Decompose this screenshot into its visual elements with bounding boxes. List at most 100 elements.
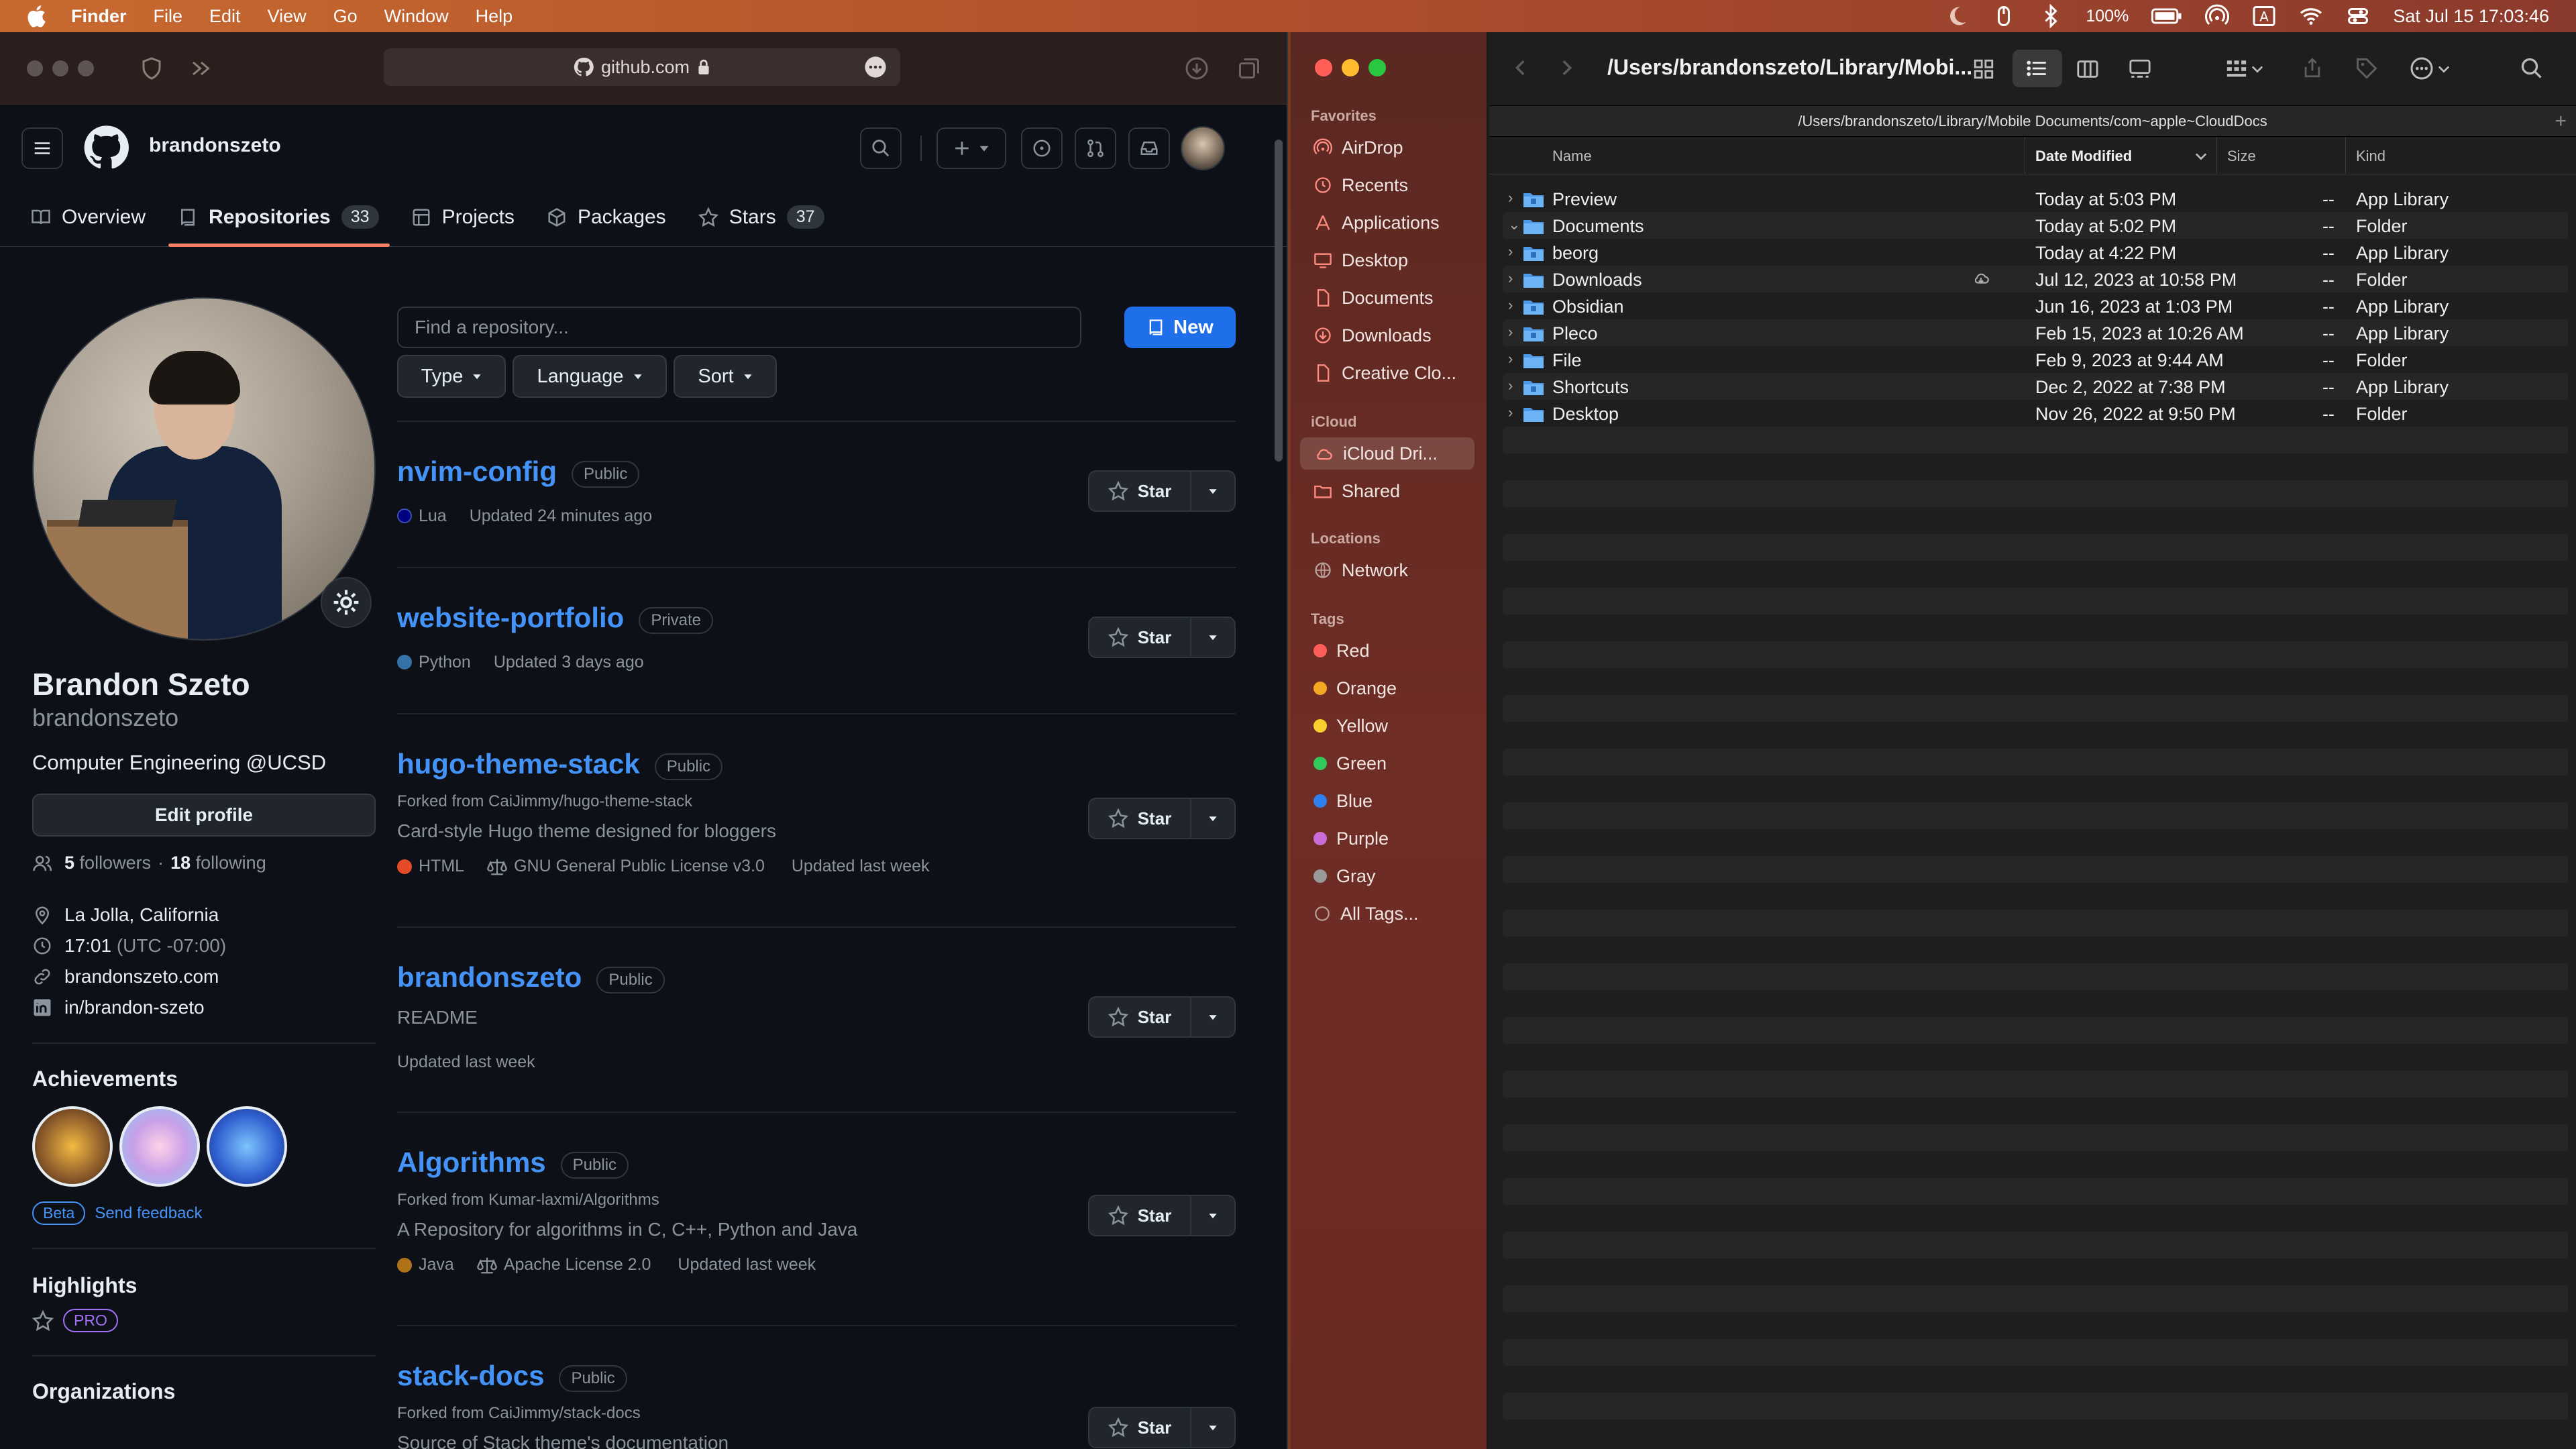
column-size[interactable]: Size (2227, 148, 2256, 165)
sidebar-tag-blue[interactable]: Blue (1300, 785, 1474, 817)
group-by-icon[interactable] (2224, 58, 2249, 80)
search-icon[interactable] (2520, 56, 2544, 80)
create-new-button[interactable] (936, 127, 1006, 169)
path-bar[interactable]: /Users/brandonszeto/Library/Mobile Docum… (1489, 106, 2576, 137)
repo-name-link[interactable]: Algorithms (397, 1146, 546, 1179)
sidebar-tag-gray[interactable]: Gray (1300, 860, 1474, 892)
issues-button[interactable] (1021, 127, 1063, 169)
repo-name-link[interactable]: brandonszeto (397, 961, 582, 994)
inbox-button[interactable] (1128, 127, 1170, 169)
new-tab-button[interactable]: + (2555, 110, 2567, 133)
file-row[interactable]: ⌄ Documents Today at 5:02 PM -- Folder (1503, 212, 2568, 239)
icloud-download-icon[interactable] (1971, 270, 1991, 287)
star-button[interactable]: Star (1089, 1196, 1191, 1235)
sidebar-tag-orange[interactable]: Orange (1300, 672, 1474, 704)
sort-filter-button[interactable]: Sort (674, 355, 777, 398)
wifi-icon[interactable] (2299, 4, 2323, 28)
control-center-icon[interactable] (2346, 4, 2370, 28)
action-menu-icon[interactable] (2410, 56, 2434, 80)
sidebar-item-recents[interactable]: Recents (1300, 169, 1474, 201)
menu-help[interactable]: Help (476, 6, 513, 27)
file-row[interactable]: › Shortcuts Dec 2, 2022 at 7:38 PM -- App Li… (1503, 373, 2568, 400)
menu-edit[interactable]: Edit (209, 6, 241, 27)
search-button[interactable] (860, 127, 902, 169)
tab-repositories[interactable]: Repositories 33 (168, 205, 390, 247)
sidebar-tag-green[interactable]: Green (1300, 747, 1474, 780)
minimize-window-button[interactable] (1342, 59, 1359, 76)
sort-descending-icon[interactable] (2195, 150, 2207, 162)
repo-name-link[interactable]: website-portfolio (397, 602, 624, 634)
header-username[interactable]: brandonszeto (149, 134, 281, 157)
tab-packages[interactable]: Packages (547, 206, 666, 246)
file-row[interactable]: › Downloads Jul 12, 2023 at 10:58 PM -- Fold… (1503, 266, 2568, 292)
minimize-window-button[interactable] (52, 60, 68, 76)
disclosure-chevron-icon[interactable]: › (1508, 297, 1513, 314)
sidebar-tag-yellow[interactable]: Yellow (1300, 710, 1474, 742)
profile-linkedin-link[interactable]: in/brandon-szeto (64, 997, 205, 1018)
sidebar-item-downloads[interactable]: Downloads (1300, 319, 1474, 352)
address-bar[interactable]: github.com (384, 48, 900, 86)
disclosure-chevron-icon[interactable]: › (1508, 377, 1513, 394)
tabs-overview-icon[interactable] (1237, 56, 1261, 80)
sidebar-item-creative-cloud[interactable]: Creative Clo... (1300, 357, 1474, 389)
tab-overview[interactable]: Overview (31, 206, 146, 246)
sidebar-item-icloud-drive[interactable]: iCloud Dri... (1300, 437, 1474, 470)
list-view-button[interactable] (2012, 50, 2062, 87)
sidebar-item-airdrop[interactable]: AirDrop (1300, 131, 1474, 164)
file-row[interactable]: › Desktop Nov 26, 2022 at 9:50 PM -- Folder (1503, 400, 2568, 427)
type-filter-button[interactable]: Type (397, 355, 506, 398)
pull-requests-button[interactable] (1075, 127, 1116, 169)
achievement-badge-pull-shark[interactable] (32, 1106, 113, 1187)
star-button[interactable]: Star (1089, 998, 1191, 1036)
repo-name-link[interactable]: nvim-config (397, 455, 557, 488)
tab-projects[interactable]: Projects (411, 206, 515, 246)
zoom-window-button[interactable] (1368, 59, 1386, 76)
disclosure-chevron-icon[interactable]: › (1508, 404, 1513, 421)
sidebar-all-tags[interactable]: All Tags... (1300, 898, 1474, 930)
achievement-badge-yolo[interactable] (119, 1106, 200, 1187)
moon-icon[interactable] (1945, 4, 1969, 28)
sidebar-item-shared[interactable]: Shared (1300, 475, 1474, 507)
disclosure-chevron-icon[interactable]: › (1508, 350, 1513, 368)
star-button[interactable]: Star (1089, 799, 1191, 838)
edit-profile-button[interactable]: Edit profile (32, 794, 376, 837)
star-list-dropdown[interactable] (1191, 998, 1234, 1036)
close-window-button[interactable] (1315, 59, 1332, 76)
followers-link[interactable]: 5 followers (64, 853, 151, 873)
disclosure-chevron-icon[interactable]: › (1508, 323, 1513, 341)
column-name[interactable]: Name (1552, 148, 1592, 165)
language-filter-button[interactable]: Language (513, 355, 667, 398)
file-row[interactable]: › Obsidian Jun 16, 2023 at 1:03 PM -- App Li… (1503, 292, 2568, 319)
star-list-dropdown[interactable] (1191, 1408, 1234, 1447)
gallery-view-icon[interactable] (2127, 58, 2153, 80)
airdrop-icon[interactable] (2205, 4, 2230, 28)
star-button[interactable]: Star (1089, 1408, 1191, 1447)
status-emoji-button[interactable] (321, 577, 372, 628)
menu-view[interactable]: View (268, 6, 307, 27)
file-row[interactable]: › beorg Today at 4:22 PM -- App Library (1503, 239, 2568, 266)
find-repository-input[interactable]: Find a repository... (397, 307, 1081, 348)
forward-icon[interactable] (1555, 56, 1578, 79)
icon-view-icon[interactable] (1972, 58, 1995, 80)
column-kind[interactable]: Kind (2356, 148, 2385, 165)
repo-name-link[interactable]: hugo-theme-stack (397, 748, 640, 780)
send-feedback-link[interactable]: Send feedback (95, 1204, 202, 1223)
sidebar-item-documents[interactable]: Documents (1300, 282, 1474, 314)
share-icon[interactable] (2301, 55, 2324, 80)
menu-window[interactable]: Window (384, 6, 449, 27)
star-list-dropdown[interactable] (1191, 1196, 1234, 1235)
disclosure-chevron-icon[interactable]: › (1508, 189, 1513, 207)
bluetooth-icon[interactable] (2039, 4, 2063, 28)
chevron-down-icon[interactable] (2251, 63, 2263, 75)
github-logo-icon[interactable] (83, 125, 129, 170)
menu-file[interactable]: File (154, 6, 183, 27)
following-link[interactable]: 18 following (170, 853, 266, 873)
achievements-title[interactable]: Achievements (32, 1067, 376, 1091)
star-list-dropdown[interactable] (1191, 799, 1234, 838)
hamburger-menu-button[interactable] (21, 127, 63, 169)
star-button[interactable]: Star (1089, 618, 1191, 657)
column-view-icon[interactable] (2076, 58, 2100, 80)
star-list-dropdown[interactable] (1191, 618, 1234, 657)
apple-menu-icon[interactable] (24, 3, 51, 30)
star-list-dropdown[interactable] (1191, 472, 1234, 511)
